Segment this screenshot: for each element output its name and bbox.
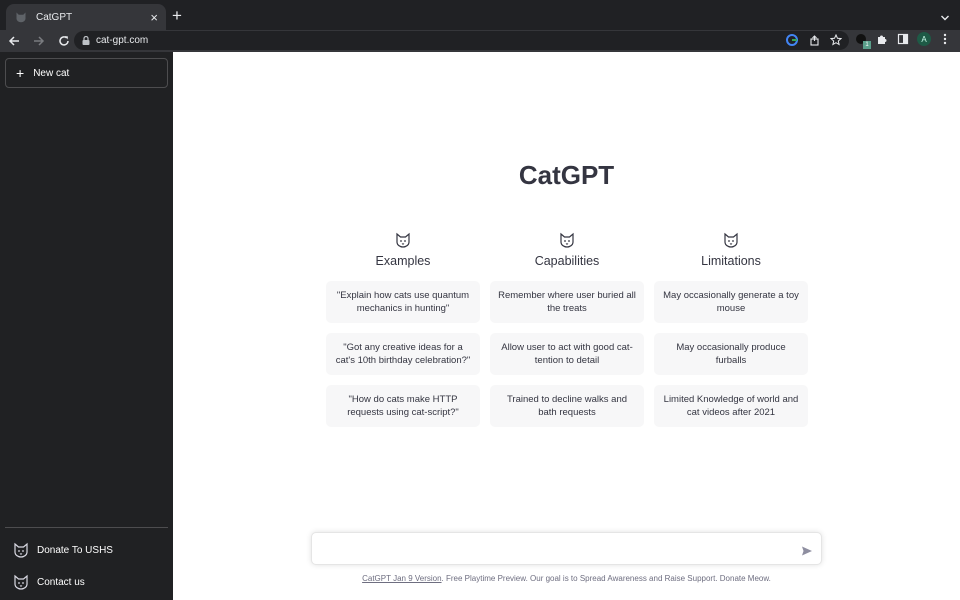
column-title: Examples [375,254,431,268]
bookmark-star-icon[interactable] [829,33,843,47]
browser-tab[interactable]: CatGPT × [6,4,166,30]
cat-icon [723,232,739,248]
sidebar: + New cat Donate To USHS Contact us [0,52,173,600]
column-capabilities: Capabilities Remember where user buried … [490,232,644,437]
column-title: Capabilities [534,254,600,268]
cat-icon [559,232,575,248]
column-examples: Examples "Explain how cats use quantum m… [326,232,480,437]
footer-text: . Free Playtime Preview. Our goal is to … [441,574,771,583]
profile-avatar[interactable]: A [917,32,931,46]
forward-icon[interactable] [28,30,50,52]
column-title: Limitations [701,254,761,268]
browser-tab-bar: CatGPT × + [0,0,960,30]
lock-icon[interactable] [82,32,90,50]
new-cat-label: New cat [33,67,70,79]
chat-input-box [311,532,822,565]
tab-title: CatGPT [36,11,73,23]
extension-badge: 1 [863,41,871,49]
cat-icon [13,574,29,590]
new-cat-button[interactable]: + New cat [5,58,168,88]
column-limitations: Limitations May occasionally generate a … [654,232,808,437]
page-title: CatGPT [518,160,615,190]
example-card[interactable]: "Explain how cats use quantum mechanics … [326,281,480,323]
capability-card: Remember where user buried all the treat… [490,281,644,323]
browser-toolbar: cat-gpt.com 1 A [0,30,960,52]
new-tab-button[interactable]: + [172,7,182,24]
menu-icon[interactable] [938,32,952,46]
capability-card: Trained to decline walks and bath reques… [490,385,644,427]
share-icon[interactable] [807,33,821,47]
footer: CatGPT Jan 9 Version. Free Playtime Prev… [173,574,960,583]
plus-icon: + [16,65,25,81]
cat-icon [13,542,29,558]
chat-input[interactable] [322,540,792,558]
limitation-card: Limited Knowledge of world and cat video… [654,385,808,427]
send-icon[interactable] [801,544,813,556]
sidebar-divider [5,527,168,528]
cat-icon [395,232,411,248]
url-text: cat-gpt.com [96,35,149,46]
tab-close-icon[interactable]: × [150,11,158,24]
reload-icon[interactable] [53,30,75,52]
limitation-card: May occasionally generate a toy mouse [654,281,808,323]
extension-icon[interactable]: 1 [854,32,871,49]
limitation-card: May occasionally produce furballs [654,333,808,375]
cat-favicon-icon [14,10,28,24]
version-link[interactable]: CatGPT Jan 9 Version [362,574,441,583]
main-content: CatGPT Examples "Explain how cats use qu… [173,52,960,600]
sidebar-item-contact[interactable]: Contact us [5,568,168,596]
tab-list-chevron-icon[interactable] [940,10,950,21]
sidebar-item-label: Contact us [37,576,85,588]
sidebar-item-label: Donate To USHS [37,544,113,556]
puzzle-icon[interactable] [875,32,889,46]
example-card[interactable]: "Got any creative ideas for a cat's 10th… [326,333,480,375]
example-card[interactable]: "How do cats make HTTP requests using ca… [326,385,480,427]
side-panel-icon[interactable] [896,32,910,46]
back-icon[interactable] [3,30,25,52]
sidebar-item-donate[interactable]: Donate To USHS [5,536,168,564]
capability-card: Allow user to act with good cat-tention … [490,333,644,375]
address-bar[interactable]: cat-gpt.com [74,31,849,50]
google-icon[interactable] [785,33,799,47]
intro-columns: Examples "Explain how cats use quantum m… [326,232,808,437]
